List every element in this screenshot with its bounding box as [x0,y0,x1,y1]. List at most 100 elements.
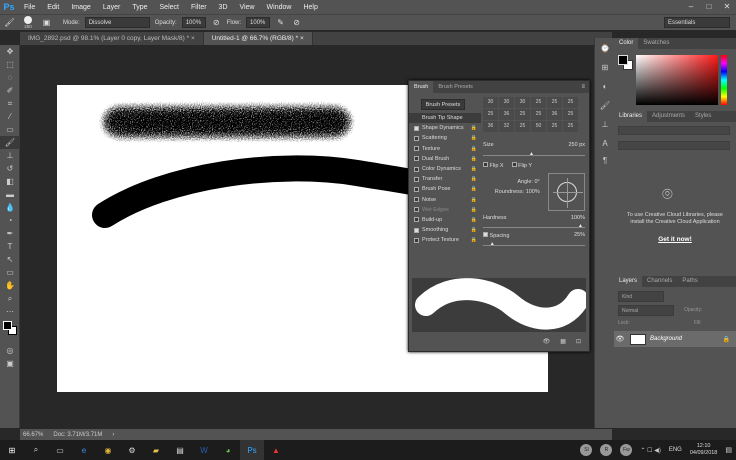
tab-brush[interactable]: Brush [409,81,434,93]
pen-tool-icon[interactable]: ✒ [0,227,20,240]
people-avatar[interactable]: R [600,444,613,456]
brush-setting-checkbox[interactable] [414,176,419,182]
acrobat-icon[interactable]: ▲ [264,440,288,460]
brush-setting-item[interactable]: Transfer 🔒 [409,174,481,184]
search-icon[interactable]: ⌕ [24,440,48,460]
brush-setting-checkbox[interactable] [414,197,419,203]
blend-mode-select[interactable]: Normal [618,305,674,316]
brush-tool-icon[interactable]: 🖌 [0,136,20,149]
type-tool-icon[interactable]: T [0,240,20,253]
toggle-preview-icon[interactable]: 👁 [543,338,551,345]
angle-field[interactable]: 0° [535,179,540,185]
hardness-value[interactable]: 100% [571,215,585,221]
brush-tip-preset[interactable]: 25 [547,121,562,132]
brush-setting-item[interactable]: Shape Dynamics 🔒 [409,123,481,133]
panel-menu-icon[interactable]: ≡ [581,84,585,90]
lock-icon[interactable]: 🔒 [471,184,477,194]
menu-item-select[interactable]: Select [154,4,185,11]
dodge-tool-icon[interactable]: ◔ [0,214,20,227]
adjustments-icon[interactable]: ◐ [595,80,615,93]
lock-icon[interactable]: 🔒 [471,164,477,174]
library-search-input[interactable] [618,141,730,150]
lock-icon[interactable]: 🔒 [471,215,477,225]
close-icon[interactable]: ✕ [718,0,736,14]
layer-row-background[interactable]: 👁 Background 🔒 [614,331,736,347]
screen-mode-icon[interactable]: ▣ [0,357,20,370]
menu-item-layer[interactable]: Layer [97,4,127,11]
get-it-now-link[interactable]: Get it now! [622,236,728,243]
task-view-icon[interactable]: ▭ [48,440,72,460]
brush-tip-preset[interactable]: 25 [563,97,578,108]
brush-panel-icon[interactable]: 🖌 [595,99,615,112]
lock-icon[interactable]: 🔒 [471,123,477,133]
menu-item-window[interactable]: Window [261,4,298,11]
tab-brush-presets[interactable]: Brush Presets [433,84,478,90]
marquee-tool-icon[interactable]: ⬚ [0,58,20,71]
brush-setting-item[interactable]: Smoothing 🔒 [409,225,481,235]
brush-panel-toggle-icon[interactable]: ▣ [41,17,52,28]
hardness-slider-thumb[interactable]: ▲ [578,223,583,229]
brush-tip-preset[interactable]: 25 [515,121,530,132]
spacing-slider[interactable]: ▲ [483,240,585,247]
lock-icon[interactable]: 🔒 [471,154,477,164]
color-swatches[interactable] [0,318,20,344]
brush-setting-item[interactable]: Scattering 🔒 [409,133,481,143]
lasso-tool-icon[interactable]: ◌ [0,71,20,84]
close-icon[interactable]: × [191,35,195,42]
crop-tool-icon[interactable]: ⌗ [0,97,20,110]
minimize-icon[interactable]: – [682,0,700,14]
brush-tip-preset[interactable]: 36 [547,109,562,120]
brush-tip-preset[interactable]: 25 [531,97,546,108]
lock-icon[interactable]: 🔒 [471,205,477,215]
brush-setting-checkbox[interactable] [414,217,419,223]
store-icon[interactable]: ▤ [168,440,192,460]
brush-setting-checkbox[interactable] [414,207,419,213]
brush-tool-icon[interactable]: 🖌 [4,17,15,28]
size-slider[interactable]: ▲ [483,150,585,157]
brush-tip-preset[interactable]: 30 [499,97,514,108]
close-icon[interactable]: × [300,35,304,42]
maximize-icon[interactable]: □ [700,0,718,14]
tab-channels[interactable]: Channels [642,276,677,287]
brush-setting-item[interactable]: Color Dynamics 🔒 [409,164,481,174]
people-avatar[interactable]: Fw [620,444,633,456]
foreground-color-swatch[interactable] [3,321,12,330]
quick-mask-icon[interactable]: ◎ [0,344,20,357]
spacing-slider-thumb[interactable]: ▲ [490,241,495,247]
foreground-color-swatch[interactable] [618,55,628,65]
gradient-tool-icon[interactable]: ▬ [0,188,20,201]
hue-slider[interactable] [721,55,727,105]
paragraph-icon[interactable]: ¶ [595,154,615,167]
hand-tool-icon[interactable]: ✋ [0,279,20,292]
clone-stamp-tool-icon[interactable]: ⊥ [0,149,20,162]
file-explorer-icon[interactable]: ▰ [144,440,168,460]
history-brush-tool-icon[interactable]: ↺ [0,162,20,175]
brush-setting-item[interactable]: Protect Texture 🔒 [409,235,481,245]
menu-item-file[interactable]: File [18,4,41,11]
menu-item-image[interactable]: Image [65,4,96,11]
size-value[interactable]: 250 px [568,142,585,148]
opacity-field[interactable]: 100% [181,17,206,28]
path-select-tool-icon[interactable]: ↖ [0,253,20,266]
lock-icon[interactable]: 🔒 [471,144,477,154]
library-select[interactable] [618,126,730,135]
system-tray-icons[interactable]: ⌃ ☐ ◀) [640,447,660,454]
zoom-tool-icon[interactable]: ⌕ [0,292,20,305]
panel-grid-icon[interactable]: ▦ [560,338,566,345]
visibility-eye-icon[interactable]: 👁 [614,335,626,343]
color-field[interactable] [636,55,718,105]
people-avatar[interactable]: Sl [580,444,593,456]
clock[interactable]: 12:10 04/09/2018 [690,443,718,457]
word-icon[interactable]: W [192,440,216,460]
brush-setting-item[interactable]: Noise 🔒 [409,195,481,205]
healing-tool-icon[interactable]: ▭ [0,123,20,136]
menu-item-type[interactable]: Type [126,4,153,11]
brush-setting-item[interactable]: Build-up 🔒 [409,215,481,225]
brush-tip-preset[interactable]: 30 [515,97,530,108]
language-indicator[interactable]: ENG [669,447,682,453]
windows-start-icon[interactable]: ⊞ [0,440,24,460]
brush-tip-preset[interactable]: 25 [515,109,530,120]
brush-setting-checkbox[interactable] [414,186,419,192]
roundness-field[interactable]: 100% [526,189,540,195]
settings-icon[interactable]: ⚙ [120,440,144,460]
